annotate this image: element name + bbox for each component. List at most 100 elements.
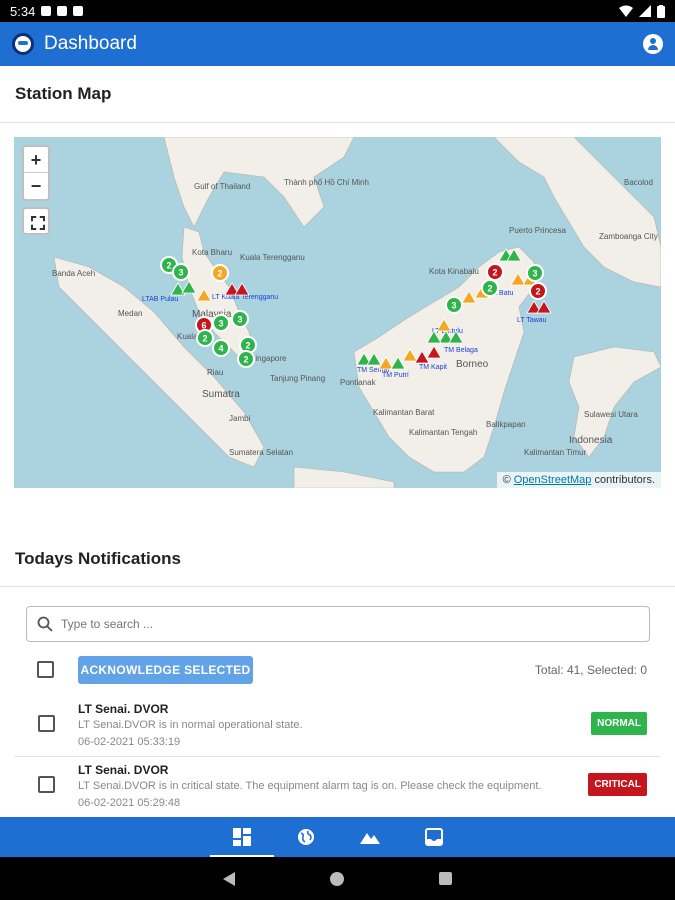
station-label[interactable]: LTAB Pulau (142, 296, 178, 303)
search-input[interactable] (61, 617, 621, 631)
station-label[interactable]: TM Kapit (419, 364, 447, 371)
signal-icon (639, 5, 651, 17)
map-place-label: Kalimantan Barat (373, 408, 435, 417)
notification-time: 06-02-2021 05:29:48 (78, 797, 181, 809)
nav-terrain[interactable] (338, 817, 402, 857)
row-divider (14, 756, 661, 757)
zoom-in-button[interactable]: + (24, 147, 48, 173)
app-notification-icon (57, 6, 68, 16)
zoom-controls: + − (22, 145, 50, 201)
wifi-icon (619, 5, 633, 17)
map-place-label: Banda Aceh (52, 269, 95, 278)
nav-dashboard[interactable] (209, 817, 274, 857)
station-label[interactable]: TM Putrí (382, 372, 409, 379)
station-cluster[interactable]: 2 (481, 279, 499, 297)
inbox-icon (424, 828, 443, 846)
system-navigation (0, 857, 675, 900)
status-badge-normal: NORMAL (591, 712, 647, 735)
bottom-navigation (0, 817, 675, 857)
cluster-count: 2 (243, 355, 248, 365)
nav-inbox[interactable] (402, 817, 466, 857)
battery-icon (657, 4, 665, 18)
status-time: 5:34 (10, 3, 36, 19)
sd-card-icon (73, 6, 84, 16)
back-icon[interactable] (223, 871, 235, 886)
station-cluster[interactable]: 2 (237, 350, 255, 368)
station-cluster[interactable]: 3 (445, 296, 463, 314)
zoom-out-button[interactable]: − (24, 173, 48, 199)
map-place-label: Puerto Princesa (509, 226, 566, 235)
map-place-label: Bacolod (624, 178, 653, 187)
select-all-checkbox[interactable] (37, 661, 54, 678)
station-cluster[interactable]: 2 (529, 282, 547, 300)
recents-icon[interactable] (439, 872, 452, 885)
notification-checkbox[interactable] (38, 776, 55, 793)
notification-row[interactable]: LT Senai. DVOR LT Senai.DVOR is in criti… (14, 759, 661, 819)
notification-time: 06-02-2021 05:33:19 (78, 736, 181, 748)
station-cluster[interactable]: 2 (211, 264, 229, 282)
station-label[interactable]: TM Belaga (444, 347, 478, 354)
station-cluster[interactable]: 2 (196, 329, 214, 347)
cluster-count: 2 (535, 287, 540, 297)
station-cluster[interactable]: 3 (172, 263, 190, 281)
map-place-label: Kuala (177, 332, 198, 341)
station-map[interactable]: Banda Aceh Medan Kota Bharu Kuala Terenggan… (14, 137, 661, 488)
notification-message: LT Senai.DVOR is in normal operational s… (78, 719, 303, 731)
notification-title: LT Senai. DVOR (78, 763, 169, 777)
dashboard-icon (232, 828, 251, 846)
map-place-label: Indonesia (569, 435, 613, 446)
station-marker[interactable] (536, 300, 552, 314)
home-icon[interactable] (330, 871, 344, 886)
notification-message: LT Senai.DVOR is in critical state. The … (78, 780, 542, 792)
globe-icon (297, 829, 314, 845)
map-place-label: Kuala Terengganu (240, 253, 305, 262)
station-marker[interactable] (234, 282, 250, 296)
map-place-label: Kota Bharu (192, 248, 232, 257)
cluster-count: 2 (492, 268, 497, 278)
cluster-count: 2 (487, 284, 492, 294)
station-cluster[interactable]: 2 (486, 263, 504, 281)
cluster-count: 6 (201, 321, 206, 331)
cluster-count: 2 (245, 341, 250, 351)
caam-logo-icon (12, 33, 34, 55)
app-bar: Dashboard (0, 22, 675, 66)
station-cluster[interactable]: 4 (212, 339, 230, 357)
map-place-label: Singapore (250, 354, 287, 363)
map-place-label: Sumatera Selatan (229, 448, 293, 457)
map-place-label: Kalimantan Timur (524, 448, 587, 457)
notification-checkbox[interactable] (38, 715, 55, 732)
map-place-label: Riau (207, 368, 223, 377)
cluster-count: 2 (166, 261, 171, 271)
map-place-label: Balikpapan (486, 420, 526, 429)
map-canvas[interactable]: Banda Aceh Medan Kota Bharu Kuala Terenggan… (14, 137, 661, 488)
app-title: Dashboard (44, 33, 137, 54)
totals-text: Total: 41, Selected: 0 (534, 663, 647, 677)
status-bar: 5:34 (0, 0, 675, 22)
acknowledge-selected-button[interactable]: ACKNOWLEDGE SELECTED (78, 656, 253, 684)
map-place-label: Borneo (456, 359, 489, 370)
station-cluster[interactable]: 3 (212, 314, 230, 332)
cluster-count: 2 (202, 334, 207, 344)
map-place-label: Zamboanga City (599, 232, 658, 241)
station-cluster[interactable]: 3 (231, 310, 249, 328)
divider (0, 586, 675, 587)
attribution-prefix: © (502, 474, 511, 486)
map-place-label: Pontianak (340, 378, 377, 387)
notification-row[interactable]: LT Senai. DVOR LT Senai.DVOR is in norma… (14, 698, 661, 758)
account-circle-icon[interactable] (643, 34, 663, 54)
map-place-label: Sulawesi Utara (584, 410, 638, 419)
station-cluster[interactable]: 3 (526, 264, 544, 282)
station-map-title: Station Map (15, 84, 112, 103)
osm-link[interactable]: OpenStreetMap (514, 474, 592, 486)
attribution-suffix: contributors. (594, 474, 655, 486)
fullscreen-button[interactable] (22, 207, 50, 235)
cluster-count: 3 (178, 268, 183, 278)
map-attribution: © OpenStreetMap contributors. (496, 472, 661, 488)
search-box[interactable] (26, 606, 650, 642)
station-label[interactable]: LT Tawau (517, 317, 547, 324)
nav-map[interactable] (274, 817, 338, 857)
map-place-label: Kota Kinabalu (429, 267, 479, 276)
map-place-label: Thành phố Hồ Chí Minh (284, 178, 369, 187)
map-place-label: Kalimantan Tengah (409, 428, 477, 437)
cluster-count: 2 (217, 269, 222, 279)
